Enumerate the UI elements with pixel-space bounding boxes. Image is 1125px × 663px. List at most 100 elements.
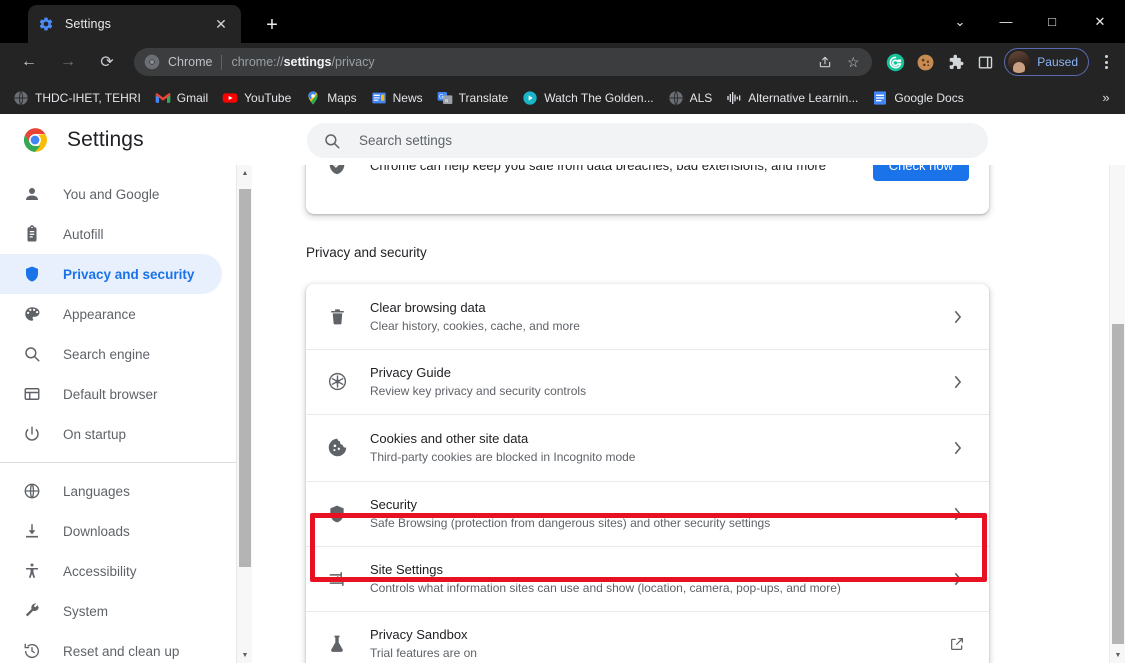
tab-strip: Settings ✕ + ⌄ — □ ✕ <box>0 0 1125 43</box>
grammarly-icon[interactable] <box>880 47 910 77</box>
settings-row-site-settings[interactable]: Site Settings Controls what information … <box>306 546 989 611</box>
settings-row-privacy-guide[interactable]: Privacy Guide Review key privacy and sec… <box>306 349 989 414</box>
download-icon <box>22 521 42 541</box>
tab-search-icon[interactable]: ⌄ <box>937 0 983 43</box>
scroll-down-icon[interactable]: ▼ <box>1110 647 1125 663</box>
sidebar-scrollbar[interactable]: ▲ ▼ <box>236 165 252 663</box>
address-bar[interactable]: Chrome chrome://settings/privacy ☆ <box>134 48 873 76</box>
settings-row-cookies-and-other-site-data[interactable]: Cookies and other site data Third-party … <box>306 414 989 481</box>
chrome-logo-icon <box>22 127 48 153</box>
chevron-right-icon[interactable] <box>945 507 969 521</box>
sidebar-item-system[interactable]: System <box>0 591 222 631</box>
side-panel-icon[interactable] <box>970 47 1000 77</box>
bookmark-item[interactable]: Watch The Golden... <box>515 86 660 110</box>
sidebar-item-accessibility[interactable]: Accessibility <box>0 551 222 591</box>
open-in-new-icon[interactable] <box>945 636 969 652</box>
search-icon <box>323 132 341 150</box>
search-input[interactable] <box>359 133 972 148</box>
settings-row-security[interactable]: Security Safe Browsing (protection from … <box>306 481 989 546</box>
bookmark-item[interactable]: Gmail <box>148 86 215 110</box>
cookie-icon <box>326 437 348 459</box>
settings-content: Chrome can help keep you safe from data … <box>253 165 1109 663</box>
sidebar-item-default-browser[interactable]: Default browser <box>0 374 222 414</box>
page-scrollbar[interactable]: ▲ ▼ <box>1109 114 1125 663</box>
bookmark-item[interactable]: Ga Translate <box>430 86 516 110</box>
close-icon[interactable]: ✕ <box>211 14 231 34</box>
sidebar-group-primary: You and Google Autofill Privacy and secu… <box>0 165 236 454</box>
page-scrollbar-thumb[interactable] <box>1112 324 1124 644</box>
profile-button[interactable]: Paused <box>1004 48 1089 76</box>
settings-page: Settings You and Google Autofi <box>0 114 1125 663</box>
settings-row-privacy-sandbox[interactable]: Privacy Sandbox Trial features are on <box>306 611 989 663</box>
shield-icon <box>326 503 348 525</box>
row-text: Privacy Guide Review key privacy and sec… <box>370 363 945 400</box>
sidebar-item-privacy-and-security[interactable]: Privacy and security <box>0 254 222 294</box>
sidebar-item-appearance[interactable]: Appearance <box>0 294 222 334</box>
sidebar-item-search-engine[interactable]: Search engine <box>0 334 222 374</box>
bookmark-item[interactable]: Alternative Learnin... <box>719 86 865 110</box>
cookie-extension-icon[interactable] <box>910 47 940 77</box>
bookmarks-overflow-icon[interactable]: » <box>1093 86 1119 110</box>
sidebar-item-reset-and-clean-up[interactable]: Reset and clean up <box>0 631 222 663</box>
browser-tab-settings[interactable]: Settings ✕ <box>28 5 241 43</box>
sidebar-item-label: Default browser <box>63 386 158 402</box>
extensions-puzzle-icon[interactable] <box>940 47 970 77</box>
back-icon[interactable]: ← <box>12 45 46 79</box>
bookmark-star-icon[interactable]: ☆ <box>840 49 866 75</box>
sidebar-item-downloads[interactable]: Downloads <box>0 511 222 551</box>
scroll-down-icon[interactable]: ▼ <box>237 647 253 663</box>
row-subtitle: Third-party cookies are blocked in Incog… <box>370 450 636 464</box>
bookmark-label: YouTube <box>244 90 292 105</box>
sidebar-scrollbar-thumb[interactable] <box>239 189 251 567</box>
bookmark-item[interactable]: ALS <box>661 86 720 110</box>
sidebar-item-you-and-google[interactable]: You and Google <box>0 174 222 214</box>
close-window-icon[interactable]: ✕ <box>1075 0 1125 43</box>
row-text: Site Settings Controls what information … <box>370 560 945 597</box>
bookmark-item[interactable]: Maps <box>298 86 363 110</box>
sidebar-item-label: You and Google <box>63 186 160 202</box>
scroll-up-icon[interactable]: ▲ <box>237 165 253 181</box>
safety-check-text: Chrome can help keep you safe from data … <box>370 165 826 173</box>
chevron-right-icon[interactable] <box>945 441 969 455</box>
sidebar-item-autofill[interactable]: Autofill <box>0 214 222 254</box>
bookmark-label: Alternative Learnin... <box>748 90 859 105</box>
omnibox-separator <box>221 54 223 70</box>
settings-row-clear-browsing-data[interactable]: Clear browsing data Clear history, cooki… <box>306 284 989 349</box>
chrome-menu-icon[interactable] <box>1091 47 1121 77</box>
bookmark-item[interactable]: YouTube <box>215 86 298 110</box>
bookmark-item[interactable]: THDC-IHET, TEHRI <box>6 86 148 110</box>
sidebar-item-languages[interactable]: Languages <box>0 471 222 511</box>
sidebar-item-label: Search engine <box>63 346 151 362</box>
section-heading: Privacy and security <box>306 245 427 260</box>
bookmark-label: Gmail <box>176 90 209 105</box>
google-docs-icon <box>872 90 888 106</box>
chevron-right-icon[interactable] <box>945 375 969 389</box>
sidebar-item-on-startup[interactable]: On startup <box>0 414 222 454</box>
reload-icon[interactable]: ⟳ <box>90 45 124 79</box>
sidebar-item-label: Appearance <box>63 306 136 322</box>
search-settings-box[interactable] <box>307 123 988 158</box>
gmail-icon <box>155 90 171 106</box>
trash-icon <box>326 306 348 328</box>
chevron-right-icon[interactable] <box>945 310 969 324</box>
bookmark-item[interactable]: Google Docs <box>865 86 970 110</box>
maximize-icon[interactable]: □ <box>1029 0 1075 43</box>
safety-check-card: Chrome can help keep you safe from data … <box>306 165 989 214</box>
youtube-icon <box>222 90 238 106</box>
shield-icon <box>22 264 42 284</box>
history-restore-icon <box>22 641 42 661</box>
share-icon[interactable] <box>812 49 838 75</box>
chevron-right-icon[interactable] <box>945 572 969 586</box>
forward-icon[interactable]: → <box>51 45 85 79</box>
row-text: Clear browsing data Clear history, cooki… <box>370 298 945 335</box>
row-subtitle: Clear history, cookies, cache, and more <box>370 319 580 333</box>
bookmark-label: Google Docs <box>894 90 964 105</box>
row-title: Privacy Guide <box>370 365 451 380</box>
check-now-button[interactable]: Check now <box>872 165 969 181</box>
url-highlight: settings <box>283 55 332 69</box>
bookmark-item[interactable]: News <box>364 86 430 110</box>
minimize-icon[interactable]: — <box>983 0 1029 43</box>
chrome-logo-icon <box>144 54 160 70</box>
new-tab-button[interactable]: + <box>258 11 286 39</box>
bookmark-label: Watch The Golden... <box>544 90 654 105</box>
